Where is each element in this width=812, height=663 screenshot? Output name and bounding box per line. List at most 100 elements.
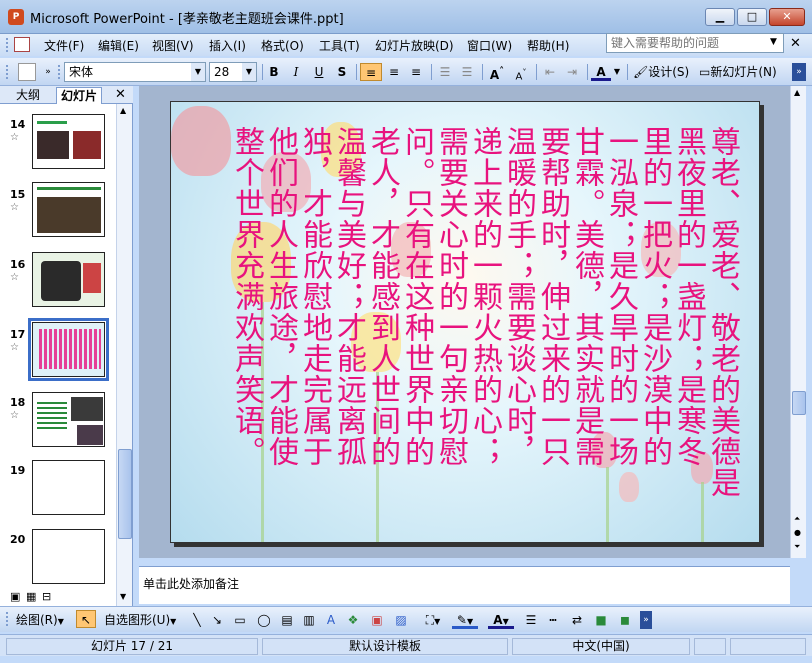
menu-help[interactable]: 帮助(H) [527, 37, 569, 54]
menu-window[interactable]: 窗口(W) [467, 37, 512, 54]
menu-insert[interactable]: 插入(I) [209, 37, 246, 54]
maximize-button[interactable]: □ [737, 8, 767, 26]
toolbar-options-icon[interactable]: » [640, 611, 652, 629]
chevron-down-icon[interactable]: ▼ [242, 63, 256, 81]
autoshapes-button[interactable]: 自选图形(U)▼ [104, 611, 186, 629]
line-color-icon[interactable]: ✎▼ [452, 611, 478, 629]
clipart-icon[interactable]: ▣ [368, 611, 386, 629]
decrease-font-icon[interactable]: A˅ [510, 63, 532, 82]
slide-thumbnail[interactable] [32, 114, 105, 169]
help-search-input[interactable] [606, 33, 784, 53]
slide-sorter-icon[interactable]: ▦ [26, 590, 36, 603]
font-color-icon[interactable]: A [591, 63, 611, 81]
slide-thumbnail[interactable] [32, 392, 105, 447]
editor-scrollbar[interactable]: ▲ ⏶ ● ⏷ [790, 86, 806, 558]
fill-color-icon[interactable]: ⛶▼ [420, 611, 446, 629]
menu-view[interactable]: 视图(V) [152, 37, 194, 54]
arrow-icon[interactable]: ↘ [208, 611, 226, 629]
new-slide-button[interactable]: ▭新幻灯片(N) [699, 63, 787, 81]
rectangle-icon[interactable]: ▭ [230, 611, 250, 629]
menu-slideshow[interactable]: 幻灯片放映(D) [375, 37, 454, 54]
thumb-image [71, 397, 103, 421]
select-pointer-icon[interactable]: ↖ [76, 610, 96, 628]
thumbnails-scrollbar[interactable]: ▲ ▼ [116, 104, 132, 606]
close-button[interactable]: ✕ [769, 8, 805, 26]
menu-file[interactable]: 文件(F) [44, 37, 84, 54]
font-name-select[interactable]: 宋体 ▼ [64, 62, 206, 82]
line-style-icon[interactable]: ☰ [522, 611, 540, 629]
thumb-text [37, 121, 67, 124]
line-icon[interactable]: ╲ [188, 611, 206, 629]
design-button[interactable]: 🖌设计(S) [633, 63, 693, 81]
powerpoint-app-icon[interactable]: P [8, 9, 24, 25]
help-dropdown-icon[interactable]: ▼ [770, 37, 777, 47]
toolbar-grip[interactable] [6, 612, 9, 626]
slide-thumbnail[interactable] [32, 529, 105, 584]
toolbar-options-icon[interactable]: » [792, 63, 806, 81]
decrease-indent-icon[interactable]: ⇤ [540, 63, 560, 81]
numbering-icon[interactable]: ☰ [435, 63, 455, 81]
shadow-button[interactable]: S [334, 63, 350, 81]
diagram-icon[interactable]: ❖ [344, 611, 362, 629]
increase-indent-icon[interactable]: ⇥ [562, 63, 582, 81]
chevron-down-icon[interactable]: ▼ [612, 63, 622, 81]
tab-outline[interactable]: 大纲 [12, 87, 44, 104]
chevron-down-icon[interactable]: ▼ [191, 63, 205, 81]
bullets-icon[interactable]: ☰ [457, 63, 477, 81]
new-slide-icon: ▭ [699, 65, 711, 79]
view-buttons: ▣ ▦ ⊟ [0, 588, 60, 606]
toolbar-grip-2[interactable] [58, 65, 61, 79]
scrollbar-thumb[interactable] [118, 449, 132, 539]
slide-canvas[interactable]: 尊老、爱老、敬老的美德是 黑夜里的一盏灯；是寒冬 里的一把火；是沙漠中的 一泓泉… [170, 101, 760, 543]
align-right-icon[interactable]: ≡ [406, 63, 426, 81]
font-size-select[interactable]: 28 ▼ [209, 62, 257, 82]
draw-menu-button[interactable]: 绘图(R)▼ [16, 611, 72, 629]
tab-slides[interactable]: 幻灯片 [56, 87, 103, 104]
italic-button[interactable]: I [288, 63, 304, 81]
close-icon[interactable]: ✕ [115, 87, 126, 102]
normal-view-icon[interactable]: ▣ [10, 590, 20, 603]
slide-thumbnail[interactable] [32, 252, 105, 307]
scroll-down-icon[interactable]: ▼ [120, 592, 126, 601]
3d-style-icon[interactable]: ◼ [616, 611, 634, 629]
textbox-icon[interactable]: ▤ [278, 611, 296, 629]
previous-slide-icon[interactable]: ⏶ [794, 514, 800, 524]
select-browse-icon[interactable]: ● [794, 528, 801, 537]
close-document-icon[interactable]: ✕ [790, 36, 801, 51]
slide-thumbnail-selected[interactable] [28, 318, 109, 381]
new-document-icon[interactable] [18, 63, 36, 81]
slide-editor: 尊老、爱老、敬老的美德是 黑夜里的一盏灯；是寒冬 里的一把火；是沙漠中的 一泓泉… [139, 86, 790, 558]
slide-thumbnail[interactable] [32, 182, 105, 237]
align-center-icon[interactable]: ≡ [384, 63, 404, 81]
notes-pane[interactable]: 单击此处添加备注 [139, 566, 790, 604]
wordart-icon[interactable]: A [322, 611, 340, 629]
slideshow-icon[interactable]: ⊟ [42, 590, 51, 603]
next-slide-icon[interactable]: ⏷ [794, 542, 800, 552]
shadow-style-icon[interactable]: ■ [592, 611, 610, 629]
document-icon[interactable] [14, 37, 30, 52]
template-status: 默认设计模板 [262, 638, 508, 655]
scroll-up-icon[interactable]: ▲ [794, 88, 800, 97]
toolbar-grip[interactable] [6, 65, 9, 79]
underline-button[interactable]: U [311, 63, 327, 81]
picture-icon[interactable]: ▨ [392, 611, 410, 629]
scroll-up-icon[interactable]: ▲ [120, 106, 126, 115]
menu-format[interactable]: 格式(O) [261, 37, 304, 54]
slide-text-box[interactable]: 尊老、爱老、敬老的美德是 黑夜里的一盏灯；是寒冬 里的一把火；是沙漠中的 一泓泉… [229, 126, 740, 506]
menu-grip[interactable] [6, 38, 9, 52]
arrow-style-icon[interactable]: ⇄ [568, 611, 586, 629]
font-color-icon[interactable]: A▼ [488, 611, 514, 629]
minimize-button[interactable]: ▁ [705, 8, 735, 26]
dash-style-icon[interactable]: ┅ [544, 611, 562, 629]
menu-edit[interactable]: 编辑(E) [98, 37, 139, 54]
menu-tools[interactable]: 工具(T) [319, 37, 360, 54]
chevron-down-icon: ▼ [57, 617, 64, 626]
bold-button[interactable]: B [266, 63, 282, 81]
increase-font-icon[interactable]: A˄ [486, 63, 508, 82]
align-left-icon[interactable]: ≡ [360, 63, 382, 81]
toolbar-options-icon[interactable]: » [42, 63, 54, 81]
scrollbar-thumb[interactable] [792, 391, 806, 415]
oval-icon[interactable]: ◯ [254, 611, 274, 629]
vertical-textbox-icon[interactable]: ▥ [300, 611, 318, 629]
slide-thumbnail[interactable] [32, 460, 105, 515]
